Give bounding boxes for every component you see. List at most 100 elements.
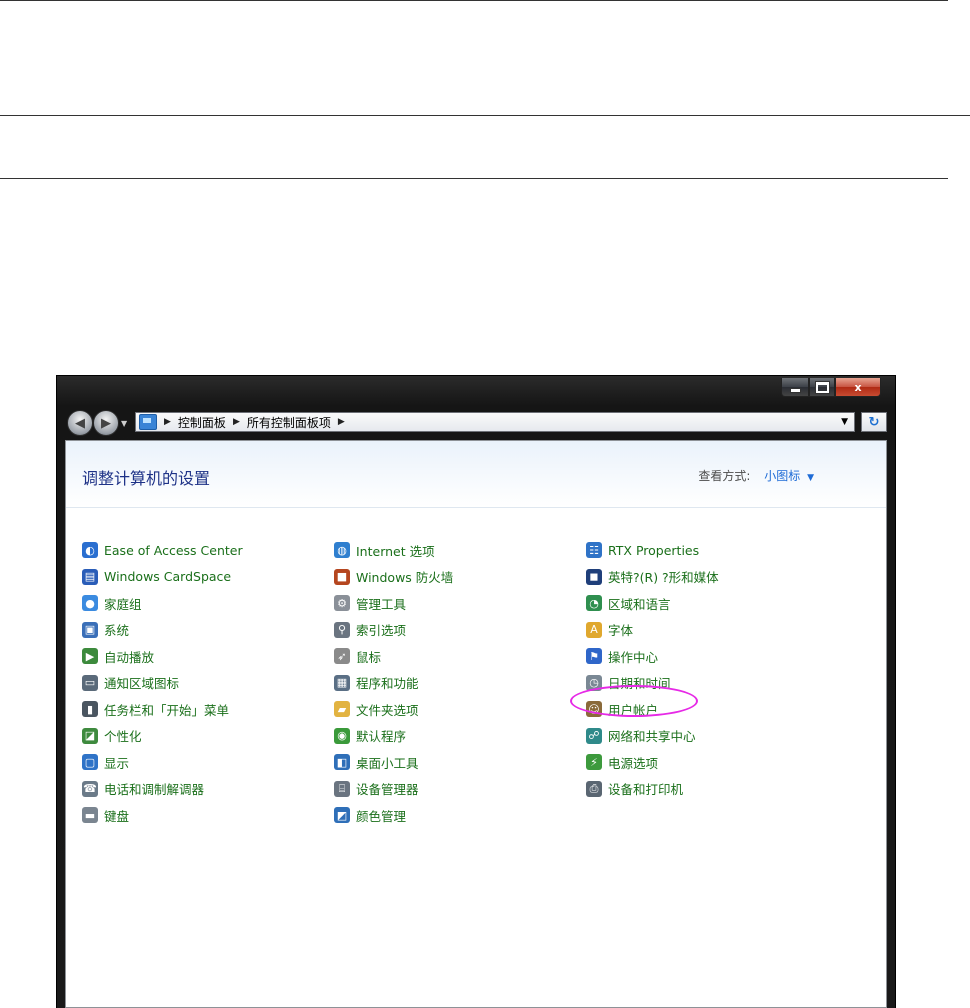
recent-pages-dropdown[interactable]: ▼ bbox=[121, 419, 127, 428]
control-panel-item[interactable]: ▤ Windows CardSpace bbox=[82, 564, 322, 591]
back-button[interactable]: ◀ bbox=[67, 410, 93, 436]
item-label: 电话和调制解调器 bbox=[104, 782, 205, 798]
indexing-icon: ⚲ bbox=[334, 621, 350, 638]
top-divider bbox=[0, 0, 948, 1]
lower-divider bbox=[0, 178, 948, 179]
minimize-button[interactable] bbox=[781, 378, 809, 397]
item-label: Internet 选项 bbox=[356, 543, 435, 559]
item-label: 英特?(R) ?形和媒体 bbox=[608, 570, 719, 586]
middle-divider bbox=[0, 115, 970, 116]
item-label: 区域和语言 bbox=[608, 596, 671, 612]
breadcrumb-all-items[interactable]: 所有控制面板项 bbox=[247, 414, 331, 431]
item-label: 文件夹选项 bbox=[356, 702, 419, 718]
item-label: 操作中心 bbox=[608, 649, 659, 665]
item-label: 设备管理器 bbox=[356, 782, 419, 798]
region-language-icon: ◔ bbox=[586, 595, 602, 612]
control-panel-item[interactable]: ◧ 桌面小工具 bbox=[334, 749, 574, 776]
firewall-icon: ■ bbox=[334, 568, 350, 585]
item-label: 管理工具 bbox=[356, 596, 407, 612]
control-panel-item[interactable]: ⌸ 设备管理器 bbox=[334, 776, 574, 803]
control-panel-item[interactable]: ▶ 自动播放 bbox=[82, 643, 322, 670]
color-management-icon: ◩ bbox=[334, 807, 350, 824]
item-label: Windows CardSpace bbox=[104, 569, 232, 585]
items-column-3: ☷ RTX Properties ◼ 英特?(R) ?形和媒体 ◔ 区域和语言 A 字体 ⚑ 操作… bbox=[586, 537, 826, 802]
control-panel-item[interactable]: ⚙ 管理工具 bbox=[334, 590, 574, 617]
control-panel-item[interactable]: ▬ 键盘 bbox=[82, 802, 322, 829]
view-by: 查看方式: 小图标 ▼ bbox=[698, 467, 814, 484]
item-label: RTX Properties bbox=[608, 542, 700, 558]
control-panel-item[interactable]: ⎙ 设备和打印机 bbox=[586, 776, 826, 803]
item-label: 系统 bbox=[104, 623, 130, 639]
address-bar[interactable]: ▶ 控制面板 ▶ 所有控制面板项 ▶ ▼ bbox=[135, 412, 855, 432]
control-panel-item[interactable]: ▣ 系统 bbox=[82, 617, 322, 644]
personalization-icon: ◪ bbox=[82, 727, 98, 744]
navigation-bar: ◀ ▶ ▼ ▶ 控制面板 ▶ 所有控制面板项 ▶ ▼ ↻ bbox=[65, 408, 887, 436]
printers-icon: ⎙ bbox=[586, 780, 602, 797]
breadcrumb-separator-icon[interactable]: ▶ bbox=[164, 417, 171, 427]
control-panel-item[interactable]: ◔ 区域和语言 bbox=[586, 590, 826, 617]
control-panel-item[interactable]: ⚡ 电源选项 bbox=[586, 749, 826, 776]
forward-button[interactable]: ▶ bbox=[93, 410, 119, 436]
breadcrumb-control-panel[interactable]: 控制面板 bbox=[178, 414, 226, 431]
item-label: 桌面小工具 bbox=[356, 755, 419, 771]
item-label: 家庭组 bbox=[104, 596, 142, 612]
address-dropdown-icon[interactable]: ▼ bbox=[841, 417, 848, 427]
control-panel-item[interactable]: ◉ 默认程序 bbox=[334, 723, 574, 750]
notification-icon: ▭ bbox=[82, 674, 98, 691]
control-panel-item[interactable]: ■ Windows 防火墙 bbox=[334, 564, 574, 591]
homegroup-icon: ● bbox=[82, 595, 98, 612]
chevron-down-icon[interactable]: ▼ bbox=[807, 473, 814, 483]
view-by-selector[interactable]: 小图标 bbox=[764, 469, 800, 483]
control-panel-item[interactable]: ▢ 显示 bbox=[82, 749, 322, 776]
cardspace-icon: ▤ bbox=[82, 568, 98, 585]
control-panel-item[interactable]: ◩ 颜色管理 bbox=[334, 802, 574, 829]
keyboard-icon: ▬ bbox=[82, 807, 98, 824]
item-label: 程序和功能 bbox=[356, 676, 419, 692]
control-panel-item[interactable]: ☷ RTX Properties bbox=[586, 537, 826, 564]
breadcrumb-separator-icon[interactable]: ▶ bbox=[233, 417, 240, 427]
control-panel-item[interactable]: ▦ 程序和功能 bbox=[334, 670, 574, 697]
control-panel-item[interactable]: ➶ 鼠标 bbox=[334, 643, 574, 670]
item-label: 通知区域图标 bbox=[104, 676, 180, 692]
item-label: 索引选项 bbox=[356, 623, 407, 639]
maximize-icon bbox=[815, 381, 829, 393]
content-header: 调整计算机的设置 查看方式: 小图标 ▼ bbox=[66, 441, 886, 508]
close-button[interactable]: x bbox=[835, 378, 881, 397]
control-panel-item[interactable]: ☍ 网络和共享中心 bbox=[586, 723, 826, 750]
back-arrow-icon: ◀ bbox=[75, 415, 85, 431]
action-center-icon: ⚑ bbox=[586, 648, 602, 665]
breadcrumb-separator-icon[interactable]: ▶ bbox=[338, 417, 345, 427]
intel-graphics-icon: ◼ bbox=[586, 568, 602, 585]
control-panel-item[interactable]: A 字体 bbox=[586, 617, 826, 644]
control-panel-item[interactable]: ⚑ 操作中心 bbox=[586, 643, 826, 670]
refresh-button[interactable]: ↻ bbox=[861, 412, 887, 432]
content-pane: 调整计算机的设置 查看方式: 小图标 ▼ ◐ Ease of Access Cen… bbox=[65, 440, 887, 1008]
control-panel-item[interactable]: ▮ 任务栏和「开始」菜单 bbox=[82, 696, 322, 723]
caption-buttons: x bbox=[781, 378, 881, 397]
maximize-button[interactable] bbox=[809, 378, 835, 397]
minimize-icon bbox=[789, 387, 801, 393]
control-panel-item[interactable]: ▰ 文件夹选项 bbox=[334, 696, 574, 723]
rtx-icon: ☷ bbox=[586, 542, 602, 559]
control-panel-item[interactable]: ◪ 个性化 bbox=[82, 723, 322, 750]
control-panel-item[interactable]: ⚲ 索引选项 bbox=[334, 617, 574, 644]
folder-options-icon: ▰ bbox=[334, 701, 350, 718]
control-panel-item[interactable]: ● 家庭组 bbox=[82, 590, 322, 617]
control-panel-window: x ◀ ▶ ▼ ▶ 控制面板 ▶ 所有控制面板项 ▶ ▼ ↻ 调整计算机的设置 … bbox=[56, 375, 896, 1008]
display-icon: ▢ bbox=[82, 754, 98, 771]
internet-options-icon: ◍ bbox=[334, 542, 350, 559]
item-label: 键盘 bbox=[104, 808, 130, 824]
control-panel-item[interactable]: ◼ 英特?(R) ?形和媒体 bbox=[586, 564, 826, 591]
control-panel-item[interactable]: ☎ 电话和调制解调器 bbox=[82, 776, 322, 803]
control-panel-icon bbox=[139, 414, 157, 430]
item-label: 显示 bbox=[104, 755, 130, 771]
control-panel-item[interactable]: ▭ 通知区域图标 bbox=[82, 670, 322, 697]
item-label: 自动播放 bbox=[104, 649, 155, 665]
phone-modem-icon: ☎ bbox=[82, 780, 98, 797]
control-panel-item[interactable]: ◐ Ease of Access Center bbox=[82, 537, 322, 564]
control-panel-item[interactable]: ◍ Internet 选项 bbox=[334, 537, 574, 564]
item-label: 任务栏和「开始」菜单 bbox=[104, 702, 230, 718]
autoplay-icon: ▶ bbox=[82, 648, 98, 665]
refresh-icon: ↻ bbox=[868, 414, 880, 430]
item-label: 个性化 bbox=[104, 729, 142, 745]
